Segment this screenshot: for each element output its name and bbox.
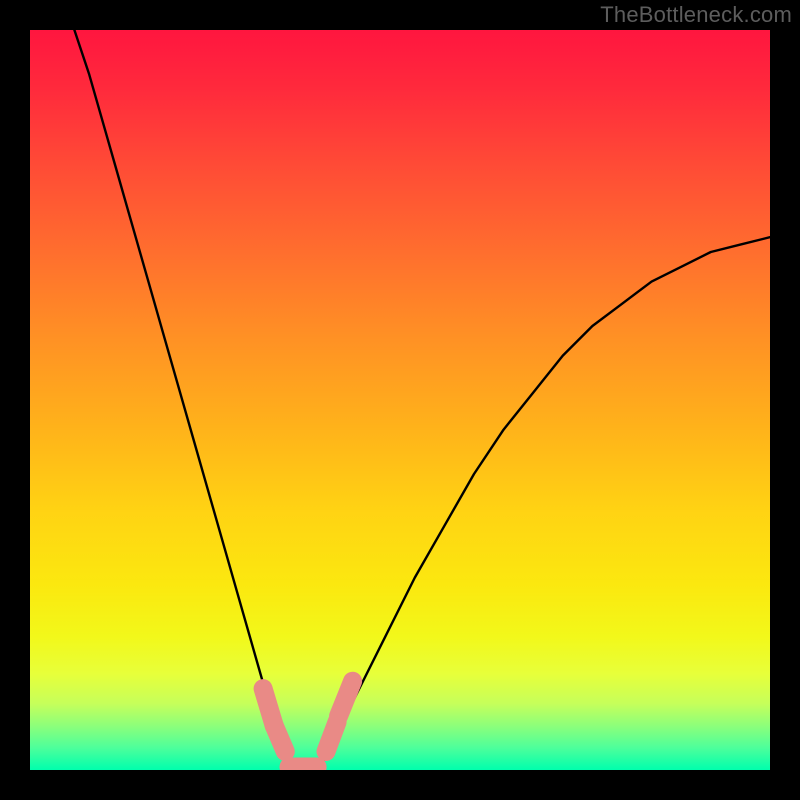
watermark-text: TheBottleneck.com: [600, 2, 792, 28]
marker-segment: [326, 722, 337, 752]
curve-layer: [30, 30, 770, 770]
marker-segment: [274, 726, 285, 752]
chart-frame: TheBottleneck.com: [0, 0, 800, 800]
bottleneck-curve: [74, 30, 770, 770]
plot-area: [30, 30, 770, 770]
marker-segment: [339, 681, 353, 716]
marker-group: [263, 681, 353, 767]
